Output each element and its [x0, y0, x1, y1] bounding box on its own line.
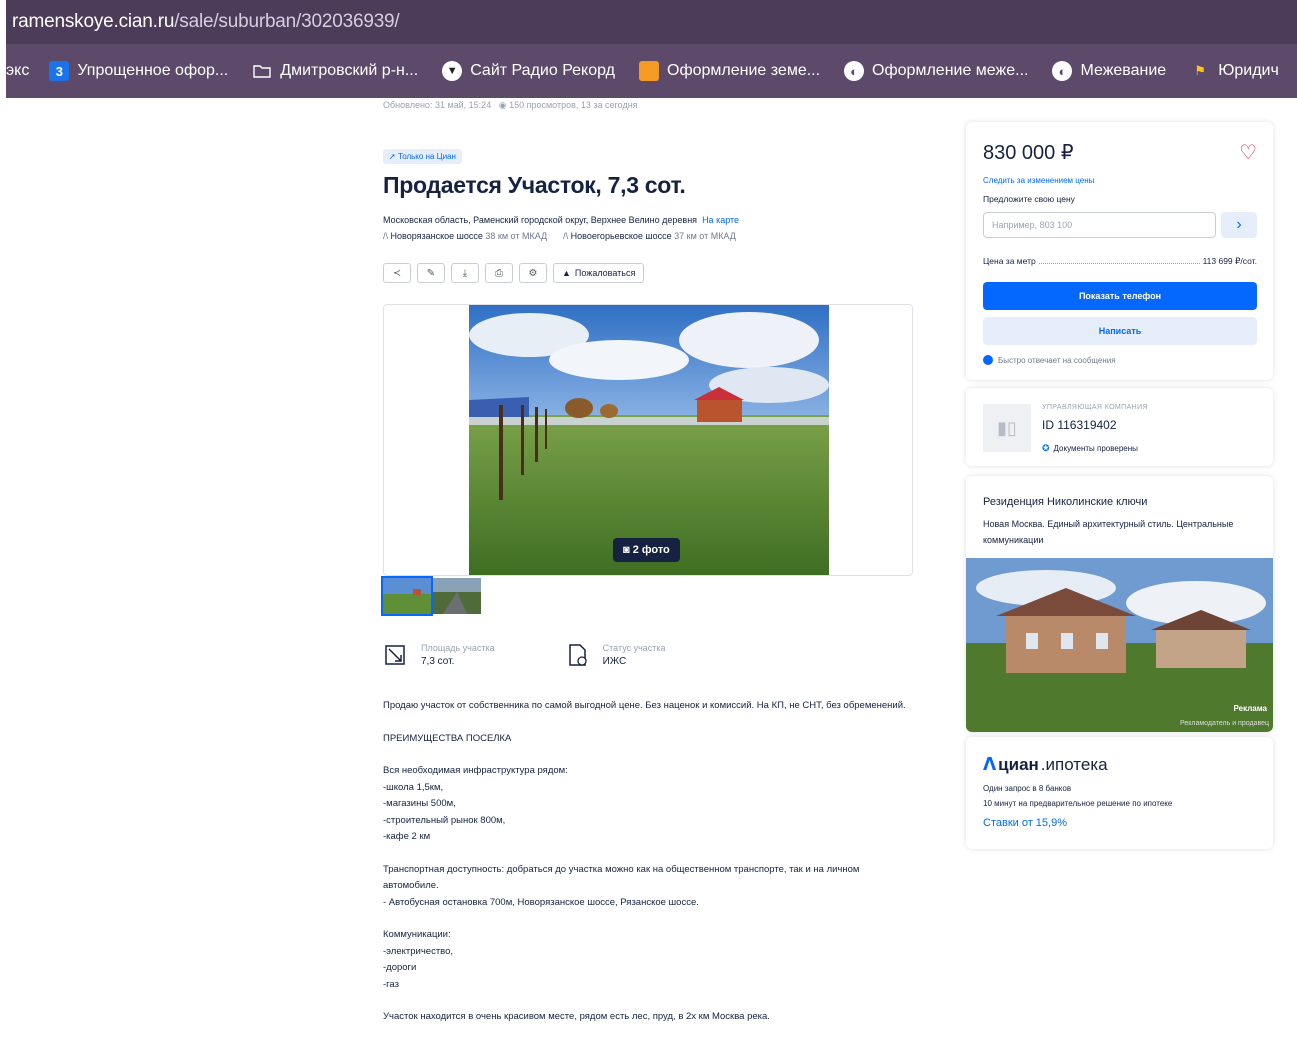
mortgage-rate-link[interactable]: Ставки от 15,9%: [983, 817, 1067, 829]
bookmark-item[interactable]: 3 Упрощенное офор...: [49, 61, 228, 81]
bookmark-item[interactable]: Дмитровский р-н...: [252, 61, 418, 81]
mortgage-card[interactable]: ᐱ циан .ипотека Один запрос в 8 банков 10 …: [966, 737, 1273, 849]
page-title: Продается Участок, 7,3 сот.: [383, 172, 686, 198]
ad-banner[interactable]: Резиденция Николинские ключи Новая Москв…: [966, 476, 1273, 732]
description-paragraph: ПРЕИМУЩЕСТВА ПОСЕЛКА: [383, 732, 512, 744]
bookmark-item[interactable]: ⚑ Юридич: [1190, 61, 1278, 81]
area-icon: [385, 645, 405, 665]
photo-count-button[interactable]: ◙ 2 фото: [613, 538, 680, 562]
docs-verified: ✪ Документы проверены: [1042, 443, 1138, 453]
description-paragraph: Участок находится в очень красивом месте…: [383, 1011, 770, 1022]
download-icon: ⤓: [462, 267, 468, 279]
description-paragraph: Продаю участок от собственника по самой …: [383, 700, 906, 711]
bookmarks-bar: экс 3 Упрощенное офор... Дмитровский р-н.…: [6, 44, 1297, 98]
gear-icon: ⚙: [528, 267, 538, 279]
description-paragraph: Коммуникации: -электричество, -дороги -г…: [383, 929, 454, 990]
agent-card[interactable]: ▮▯ УПРАВЛЯЮЩАЯ КОМПАНИЯ ID 116319402 ✪ До…: [966, 388, 1273, 466]
complain-button[interactable]: ▲ Пожаловаться: [553, 263, 645, 283]
description: Продаю участок от собственника по самой …: [383, 698, 913, 1042]
ad-image[interactable]: [966, 558, 1273, 732]
camera-icon: ◙: [623, 544, 630, 556]
globe-icon: ◐: [844, 61, 865, 81]
flag-icon: ⚑: [1194, 63, 1207, 78]
url-text[interactable]: ramenskoye.cian.ru/sale/suburban/3020369…: [12, 11, 400, 33]
globe-icon: ◐: [1052, 61, 1073, 81]
show-phone-button[interactable]: Показать телефон: [983, 282, 1257, 310]
description-paragraph: Вся необходимая инфраструктура рядом: -ш…: [383, 765, 568, 842]
road-item: /\ Новоегорьевское шоссе 37 км от МКАД: [563, 231, 736, 241]
offer-label: Предложите свою цену: [983, 194, 1075, 204]
share-button[interactable]: ≺: [383, 263, 411, 283]
clock-icon: [983, 355, 993, 365]
puzzle-icon: [639, 61, 659, 81]
price: 830 000 ₽: [983, 142, 1074, 164]
ad-title: Резиденция Николинские ключи: [983, 496, 1148, 508]
price-per-unit: Цена за метр 113 699 ₽/сот.: [983, 256, 1257, 266]
print-icon: ⎙: [495, 267, 503, 279]
chevron-right-icon: ›: [1236, 216, 1242, 233]
exclusive-badge: ➚ Только на Циан: [383, 149, 462, 164]
listing-meta: Обновлено: 31 май, 15:24 ◉ 150 просмотро…: [383, 100, 638, 110]
bookmark-item[interactable]: ◐ Межевание: [1052, 61, 1166, 81]
pencil-icon: ✎: [426, 267, 436, 279]
offer-price-input[interactable]: Например, 803 100: [983, 212, 1216, 238]
main-photo[interactable]: [469, 305, 829, 575]
ad-sublabel: Рекламодатель и продавец: [1179, 720, 1269, 727]
track-price-link[interactable]: Следить за изменением цены: [983, 176, 1094, 185]
map-link[interactable]: На карте: [702, 215, 739, 225]
thumbnails: [381, 576, 481, 616]
write-button[interactable]: Написать: [983, 317, 1257, 345]
settings-button[interactable]: ⚙: [519, 263, 547, 283]
action-toolbar: ≺ ✎ ⤓ ⎙ ⚙ ▲ Пожаловаться: [383, 263, 923, 283]
address-bar[interactable]: ramenskoye.cian.ru/sale/suburban/3020369…: [6, 0, 1297, 44]
eye-icon: ◉: [498, 100, 507, 110]
download-button[interactable]: ⤓: [451, 263, 479, 283]
agent-id: ID 116319402: [1042, 418, 1117, 432]
price-card: 830 000 ₽ ♡ Следить за изменением цены П…: [966, 122, 1273, 380]
favorite-heart-icon[interactable]: ♡: [1239, 140, 1257, 165]
bookmark-item[interactable]: экс: [6, 62, 29, 80]
bookmark-item[interactable]: ▼ Сайт Радио Рекорд: [442, 61, 615, 81]
share-icon: ≺: [392, 267, 402, 279]
folder-icon: [252, 61, 272, 81]
check-badge-icon: ✪: [1042, 443, 1050, 453]
roads: /\ Новорязанское шоссе 38 км от МКАД /\ …: [383, 231, 923, 241]
print-button[interactable]: ⎙: [485, 263, 513, 283]
cian-logo-icon: ᐱ: [983, 755, 997, 774]
thumbnail-2[interactable]: [433, 578, 481, 614]
description-paragraph: Транспортная доступность: добраться до у…: [383, 863, 860, 908]
warning-icon: ▲: [562, 268, 571, 278]
offer-submit-button[interactable]: ›: [1221, 212, 1257, 238]
bookmark-item[interactable]: Оформление земе...: [639, 61, 820, 81]
thumbnail-1[interactable]: [381, 576, 433, 616]
fact-status: Статус участка ИЖС: [565, 643, 666, 667]
road-icon: /\: [383, 231, 389, 241]
facts: Площадь участка 7,3 сот. Статус участка ИЖ…: [383, 643, 666, 667]
building-icon: ▮▯: [983, 404, 1031, 452]
photo-gallery[interactable]: ◙ 2 фото: [383, 304, 913, 576]
fact-area: Площадь участка 7,3 сот.: [383, 643, 495, 667]
agent-type: УПРАВЛЯЮЩАЯ КОМПАНИЯ: [1042, 404, 1149, 411]
road-icon: /\: [563, 231, 569, 241]
edit-button[interactable]: ✎: [417, 263, 445, 283]
mortgage-text: 10 минут на предварительное решение по и…: [983, 799, 1173, 808]
ad-label: Реклама: [1233, 704, 1267, 713]
road-item: /\ Новорязанское шоссе 38 км от МКАД: [383, 231, 548, 241]
cian-mortgage-logo: ᐱ циан .ипотека: [983, 755, 1108, 774]
fast-reply-note: Быстро отвечает на сообщения: [983, 355, 1116, 365]
record-icon: ▼: [442, 61, 463, 81]
document-icon: [568, 644, 587, 666]
listing-main: Обновлено: 31 май, 15:24 ◉ 150 просмотро…: [381, 98, 923, 1022]
bookmark-3-icon: 3: [49, 61, 70, 81]
address: Московская область, Раменский городской …: [383, 215, 740, 225]
bookmark-item[interactable]: ◐ Оформление меже...: [844, 61, 1028, 81]
ad-text: Новая Москва. Единый архитектурный стиль…: [983, 519, 1234, 545]
mortgage-text: Один запрос в 8 банков: [983, 784, 1072, 793]
